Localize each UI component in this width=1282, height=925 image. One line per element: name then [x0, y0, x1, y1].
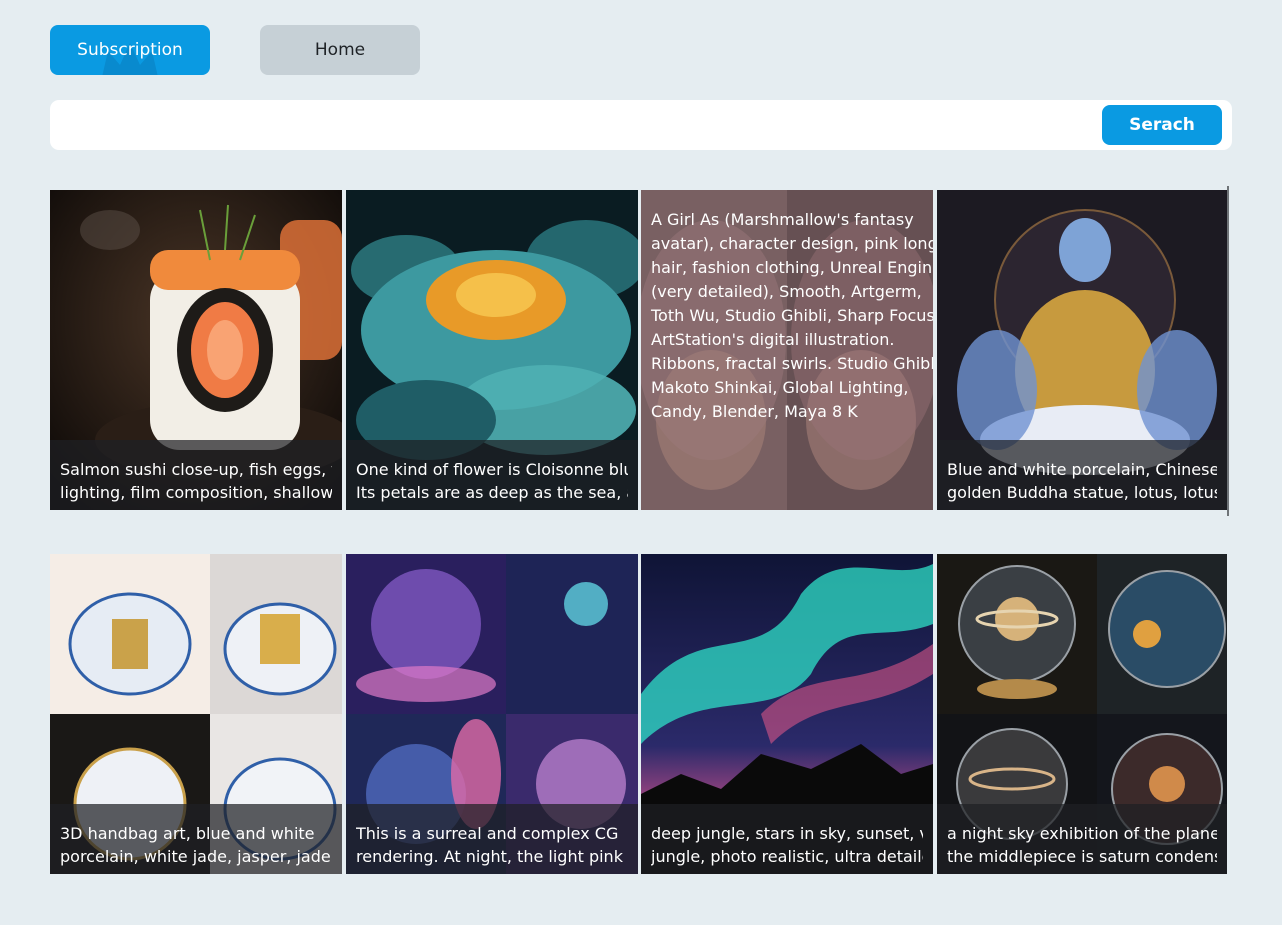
caption-line: 3D handbag art, blue and white — [60, 824, 315, 843]
caption-line: Its petals are as deep as the sea, and — [356, 483, 628, 502]
gallery-card-porcelain-handbag[interactable]: 3D handbag art, blue and white porcelain… — [50, 554, 342, 874]
caption-line: Blue and white porcelain, Chinese — [947, 460, 1217, 479]
overlay-line: (very detailed), Smooth, Artgerm, — [651, 282, 922, 301]
subscription-button[interactable]: Subscription — [50, 25, 210, 75]
caption-line: the middlepiece is saturn condensed — [947, 847, 1217, 866]
overlay-line: Toth Wu, Studio Ghibli, Sharp Focus — [651, 306, 933, 325]
caption-line: lighting, film composition, shallow — [60, 483, 332, 502]
caption-line: jungle, photo realistic, ultra detailed — [651, 847, 923, 866]
card-caption: This is a surreal and complex CG renderi… — [346, 804, 638, 874]
card-caption: 3D handbag art, blue and white porcelain… — [50, 804, 342, 874]
caption-line: a night sky exhibition of the planets, — [947, 824, 1217, 843]
home-button[interactable]: Home — [260, 25, 420, 75]
overlay-line: A Girl As (Marshmallow's fantasy — [651, 210, 914, 229]
caption-line: One kind of flower is Cloisonne blue. — [356, 460, 628, 479]
overlay-line: ArtStation's digital illustration. — [651, 330, 895, 349]
caption-line: rendering. At night, the light pink sky — [356, 847, 628, 866]
home-label: Home — [314, 40, 366, 60]
gallery-card-porcelain-buddha[interactable]: Blue and white porcelain, Chinese golden… — [937, 190, 1227, 510]
overlay-line: Candy, Blender, Maya 8 K — [651, 402, 858, 421]
search-button-label: Serach — [1129, 115, 1195, 135]
caption-line: golden Buddha statue, lotus, lotus, — [947, 483, 1217, 502]
caption-line: This is a surreal and complex CG — [356, 824, 619, 843]
caption-line: porcelain, white jade, jasper, jadeite — [60, 847, 332, 866]
caption-line: Salmon sushi close-up, fish eggs, film — [60, 460, 332, 479]
subscription-label: Subscription — [77, 40, 183, 60]
overlay-line: avatar), character design, pink long — [651, 234, 933, 253]
gallery-card-cloisonne-flower[interactable]: One kind of flower is Cloisonne blue. It… — [346, 190, 638, 510]
search-bar: Serach — [50, 100, 1232, 150]
overlay-line: Ribbons, fractal swirls. Studio Ghibli — [651, 354, 933, 373]
card-overlay-description: A Girl As (Marshmallow's fantasy avatar)… — [651, 208, 933, 424]
gallery-card-pink-girl[interactable]: A Girl As (Marshmallow's fantasy avatar)… — [641, 190, 933, 510]
card-caption: One kind of flower is Cloisonne blue. It… — [346, 440, 638, 510]
search-button[interactable]: Serach — [1102, 105, 1222, 145]
card-caption: Blue and white porcelain, Chinese golden… — [937, 440, 1227, 510]
card-caption: a night sky exhibition of the planets, t… — [937, 804, 1227, 874]
caption-line: deep jungle, stars in sky, sunset, vast — [651, 824, 923, 843]
gallery-card-planet-globes[interactable]: a night sky exhibition of the planets, t… — [937, 554, 1227, 874]
card-caption: deep jungle, stars in sky, sunset, vast … — [641, 804, 933, 874]
overlay-line: Makoto Shinkai, Global Lighting, — [651, 378, 909, 397]
gallery-card-salmon-sushi[interactable]: Salmon sushi close-up, fish eggs, film l… — [50, 190, 342, 510]
scrollbar[interactable] — [1227, 186, 1229, 516]
card-caption: Salmon sushi close-up, fish eggs, film l… — [50, 440, 342, 510]
gallery-card-surreal-night[interactable]: This is a surreal and complex CG renderi… — [346, 554, 638, 874]
gallery-card-aurora-jungle[interactable]: deep jungle, stars in sky, sunset, vast … — [641, 554, 933, 874]
search-input[interactable] — [62, 108, 1096, 144]
overlay-line: hair, fashion clothing, Unreal Engine — [651, 258, 933, 277]
